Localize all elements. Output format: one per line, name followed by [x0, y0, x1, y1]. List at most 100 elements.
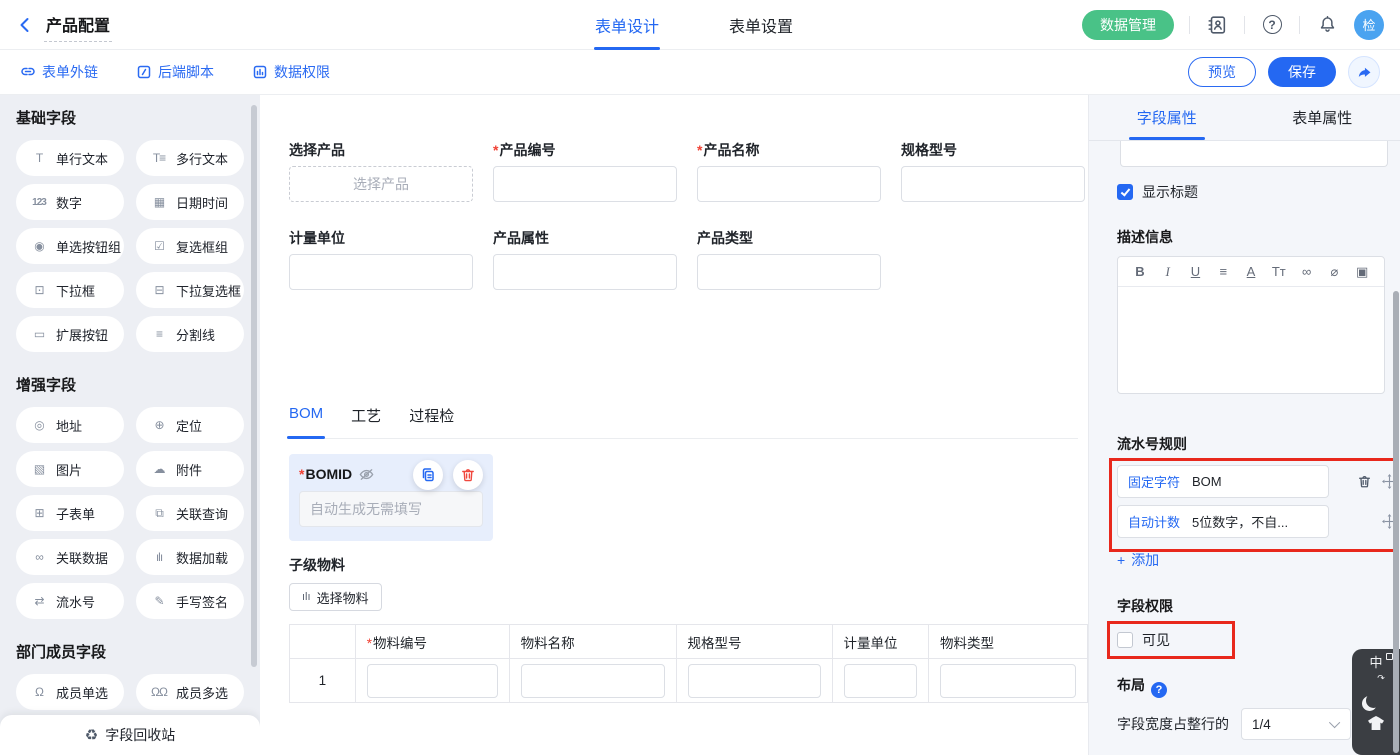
- sidebar-item-multi-line-text[interactable]: T≡多行文本: [136, 140, 244, 176]
- delete-field-button[interactable]: [453, 460, 483, 490]
- product-type-input[interactable]: [697, 254, 881, 290]
- field-width-select[interactable]: 1/4: [1241, 708, 1351, 740]
- add-rule-button[interactable]: + 添加: [1117, 550, 1187, 570]
- tab-form-properties[interactable]: 表单属性: [1245, 95, 1400, 140]
- notification-bell-icon[interactable]: [1315, 13, 1339, 37]
- description-editor: B I U ≡ A Tт ∞ ⌀ ▣: [1117, 256, 1385, 394]
- selected-field-bomid[interactable]: *BOMID: [289, 454, 493, 541]
- visible-checkbox[interactable]: [1117, 632, 1133, 648]
- sidebar-item-radio-group[interactable]: ◉单选按钮组: [16, 228, 124, 264]
- sidebar-item-number[interactable]: 123数字: [16, 184, 124, 220]
- unlink-icon[interactable]: ⌀: [1320, 264, 1348, 280]
- material-code-input[interactable]: [367, 664, 498, 698]
- insert-image-icon[interactable]: ▣: [1348, 264, 1376, 280]
- theme-shirt-icon[interactable]: [1366, 716, 1386, 734]
- rule-auto-count[interactable]: 自动计数 5位数字，不自...: [1117, 505, 1329, 538]
- delete-rule-icon[interactable]: [1357, 474, 1372, 489]
- sidebar-item-locate[interactable]: ⊕定位: [136, 407, 244, 443]
- address-book-icon[interactable]: [1205, 13, 1229, 37]
- layout-help-icon[interactable]: ?: [1151, 682, 1167, 698]
- panel-tabs: 字段属性 表单属性: [1089, 95, 1400, 141]
- sidebar-item-subform[interactable]: ⊞子表单: [16, 495, 124, 531]
- link-icon[interactable]: ∞: [1293, 264, 1321, 279]
- sidebar-item-member-multi[interactable]: ΩΩ成员多选: [136, 674, 244, 710]
- sidebar-item-attachment[interactable]: ☁附件: [136, 451, 244, 487]
- recycle-icon: ♻: [85, 726, 98, 744]
- material-type-input[interactable]: [940, 664, 1076, 698]
- font-size-icon[interactable]: Tт: [1265, 264, 1293, 279]
- sidebar-item-divider-line[interactable]: ≡分割线: [136, 316, 244, 352]
- bomid-input[interactable]: [299, 491, 483, 527]
- sidebar-item-datetime[interactable]: ▦日期时间: [136, 184, 244, 220]
- sidebar-scrollbar[interactable]: [251, 105, 257, 667]
- item-label: 数据加载: [176, 548, 228, 567]
- user-avatar[interactable]: 检: [1354, 10, 1384, 40]
- sidebar-item-signature[interactable]: ✎手写签名: [136, 583, 244, 619]
- rule-type-label: 固定字符: [1128, 472, 1180, 491]
- select-product-picker[interactable]: 选择产品: [289, 166, 473, 202]
- backend-script-button[interactable]: 后端脚本: [136, 62, 214, 82]
- field-label: *产品名称: [697, 140, 901, 160]
- product-attribute-input[interactable]: [493, 254, 677, 290]
- sidebar-item-single-line-text[interactable]: T单行文本: [16, 140, 124, 176]
- help-icon[interactable]: ?: [1260, 13, 1284, 37]
- signature-pen-icon: ✎: [149, 594, 169, 608]
- column-spec-model: 规格型号: [676, 625, 832, 659]
- sidebar-item-dropdown-multi[interactable]: ⊟下拉复选框: [136, 272, 244, 308]
- select-material-button[interactable]: ılı 选择物料: [289, 583, 382, 611]
- product-name-input[interactable]: [697, 166, 881, 202]
- align-icon[interactable]: ≡: [1209, 264, 1237, 279]
- description-textarea[interactable]: [1118, 287, 1384, 393]
- field-label: *产品编号: [493, 140, 697, 160]
- font-color-icon[interactable]: A: [1237, 264, 1265, 279]
- italic-icon[interactable]: I: [1154, 264, 1182, 280]
- sidebar-item-serial-number[interactable]: ⇄流水号: [16, 583, 124, 619]
- copy-field-button[interactable]: [413, 460, 443, 490]
- tab-form-settings-label: 表单设置: [729, 13, 793, 37]
- sidebar-item-member-single[interactable]: Ω成员单选: [16, 674, 124, 710]
- sidebar-item-checkbox-group[interactable]: ☑复选框组: [136, 228, 244, 264]
- share-button[interactable]: [1348, 56, 1380, 88]
- sidebar-item-address[interactable]: ◎地址: [16, 407, 124, 443]
- unit-input[interactable]: [289, 254, 473, 290]
- sidebar-item-data-load[interactable]: ılı数据加载: [136, 539, 244, 575]
- back-button[interactable]: [16, 16, 34, 34]
- tab-bom[interactable]: BOM: [289, 405, 323, 438]
- field-spec-model: 规格型号: [901, 140, 1088, 202]
- dark-mode-moon-icon[interactable]: [1366, 693, 1381, 708]
- data-manage-button[interactable]: 数据管理: [1082, 10, 1174, 40]
- material-name-input[interactable]: [521, 664, 665, 698]
- field-title-input-partial[interactable]: [1120, 141, 1388, 167]
- tab-field-properties[interactable]: 字段属性: [1089, 95, 1245, 140]
- sidebar-item-dropdown[interactable]: ⊡下拉框: [16, 272, 124, 308]
- column-unit: 计量单位: [832, 625, 928, 659]
- data-permission-label: 数据权限: [274, 62, 330, 82]
- sidebar-item-related-query[interactable]: ⧉关联查询: [136, 495, 244, 531]
- spec-model-input[interactable]: [901, 166, 1085, 202]
- tab-process[interactable]: 工艺: [351, 405, 381, 438]
- save-button[interactable]: 保存: [1268, 57, 1336, 87]
- rule-fixed-char[interactable]: 固定字符 BOM: [1117, 465, 1329, 498]
- tab-process-check[interactable]: 过程检: [409, 405, 454, 438]
- data-permission-button[interactable]: 数据权限: [252, 62, 330, 82]
- panel-scrollbar[interactable]: [1393, 291, 1399, 753]
- tab-form-settings[interactable]: 表单设置: [729, 0, 793, 50]
- underline-icon[interactable]: U: [1182, 264, 1210, 279]
- lang-box-glyph: [1386, 653, 1393, 660]
- label-text: 产品编号: [499, 142, 555, 158]
- bold-icon[interactable]: B: [1126, 264, 1154, 279]
- language-switch-icon[interactable]: 中 ↷: [1367, 656, 1385, 685]
- show-title-checkbox[interactable]: [1117, 184, 1133, 200]
- field-recycle-bin[interactable]: ♻ 字段回收站: [0, 715, 260, 755]
- sidebar-item-related-data[interactable]: ∞关联数据: [16, 539, 124, 575]
- sidebar-item-extend-button[interactable]: ▭扩展按钮: [16, 316, 124, 352]
- tab-form-design[interactable]: 表单设计: [595, 0, 659, 50]
- item-label: 单选按钮组: [56, 237, 121, 256]
- preview-button[interactable]: 预览: [1188, 57, 1256, 87]
- unit-cell-input[interactable]: [844, 664, 917, 698]
- spec-model-cell-input[interactable]: [688, 664, 821, 698]
- product-code-input[interactable]: [493, 166, 677, 202]
- sidebar-item-image[interactable]: ▧图片: [16, 451, 124, 487]
- external-link-button[interactable]: 表单外链: [20, 62, 98, 82]
- image-icon: ▧: [29, 462, 49, 476]
